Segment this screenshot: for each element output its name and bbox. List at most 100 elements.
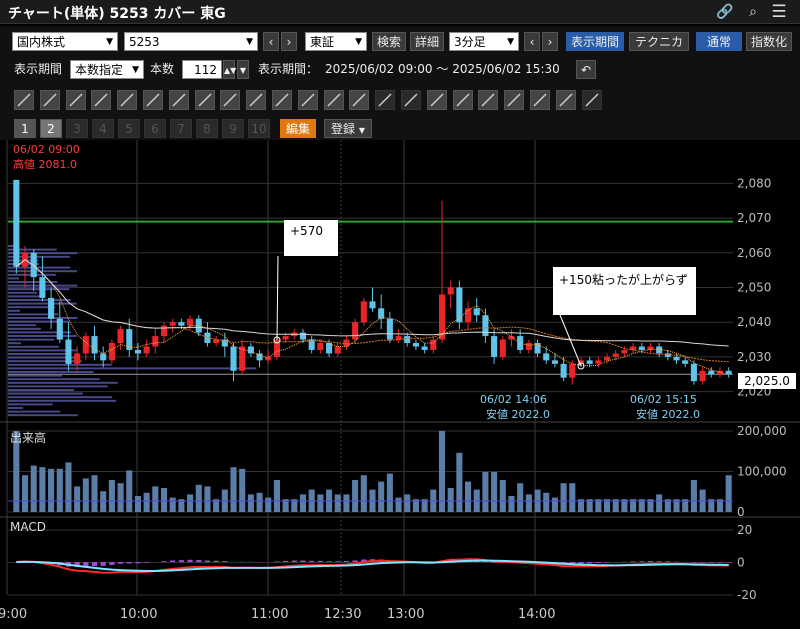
page-button-6[interactable]: 6 [144,119,166,138]
volume-bar [160,488,168,512]
low2-time: 06/02 15:15 [630,393,697,406]
link-icon[interactable]: 🔗 [716,3,734,21]
chart-svg[interactable]: 2,0802,0702,0602,0502,0402,0302,020200,0… [0,140,800,629]
x-tick-label: 14:00 [518,607,555,622]
candle-body [699,370,706,382]
macd-histogram-bar [326,561,332,562]
volume-bar [404,494,411,512]
interval-select[interactable]: 3分足 ▼ [449,32,519,51]
period-button[interactable]: 表示期間 [566,32,624,51]
pencil-icon[interactable] [375,90,396,110]
volume-bar [65,462,72,512]
page-button-1[interactable]: 1 [14,119,36,138]
count-menu-button[interactable]: ▼ [237,60,249,79]
volume-bar [74,486,81,512]
ray-icon[interactable] [39,90,60,110]
candle-body [430,339,437,350]
count-stepper[interactable]: ▲▼ [223,60,236,79]
annotation-150[interactable]: +150粘ったが上がらず [553,267,696,315]
settings-icon[interactable] [581,90,602,110]
circle-icon[interactable] [246,90,267,110]
edit-button[interactable]: 編集 [280,119,316,138]
period-type-select[interactable]: 本数指定 ▼ [70,60,144,79]
search-button[interactable]: 検索 [372,32,406,51]
exchange-select[interactable]: 東証 ▼ [305,32,367,51]
technical-button[interactable]: テクニカル [629,32,689,68]
candle-body [160,325,168,337]
macd-histogram-bar [274,561,280,562]
candle-body [74,353,81,364]
page-button-10[interactable]: 10 [248,119,270,138]
pentagon-icon[interactable] [220,90,241,110]
page-button-4[interactable]: 4 [92,119,114,138]
copy-icon[interactable] [426,90,447,110]
index-button[interactable]: 指数化 [746,32,792,51]
page-button-2[interactable]: 2 [40,119,62,138]
candle-body [334,346,341,354]
next-code-button[interactable]: › [281,32,297,51]
horizontal-lines-icon[interactable] [91,90,112,110]
x-tick-label: 10:00 [120,607,157,622]
volume-bar [438,431,446,512]
macd-histogram-bar [309,560,315,562]
vertical-lines-icon[interactable] [168,90,189,110]
current-price-badge: 2,025.0 [738,373,796,389]
chart-area[interactable]: 2,080 2,070 2,060 2,050 2,040 2,030 2,020 200,0… [0,140,800,629]
register-button[interactable]: 登録 ▼ [324,119,372,138]
speed-lines-icon[interactable] [194,90,215,110]
macd-histogram-bar [170,560,176,562]
rectangle-icon[interactable] [272,90,292,110]
volume-profile-bar [8,356,76,359]
reset-icon[interactable]: ↶ [576,60,596,79]
page-button-7[interactable]: 7 [170,119,192,138]
prev-code-button[interactable]: ‹ [263,32,279,51]
market-select[interactable]: 国内株式 ▼ [12,32,118,51]
code-input[interactable]: 5253 ▼ [124,32,258,51]
candle-body [447,287,454,295]
volume-profile-bar [8,399,117,402]
volume-bar [543,492,550,512]
candle-body [91,336,98,354]
candle-body [230,346,237,371]
fibonacci-fan-icon[interactable] [117,90,138,110]
search-icon[interactable]: ⌕ [744,3,762,21]
toolbar-main: 国内株式 ▼ 5253 ▼ ‹ › 東証 ▼ 検索 詳細 3分足 ▼ ‹ › 表示期間 … [0,26,800,68]
horizontal-line-icon[interactable] [297,90,318,110]
candle-body [39,277,46,298]
line-tool-icon[interactable] [478,90,499,110]
undo-icon[interactable] [530,90,550,110]
next-interval-button[interactable]: › [542,32,558,51]
candle-body [13,179,20,267]
page-button-8[interactable]: 8 [196,119,218,138]
market-select-value: 国内株式 [17,35,66,49]
trendline-icon[interactable] [14,90,34,110]
candle-body [256,353,263,361]
icon-icon[interactable] [349,90,370,110]
volume-bar [508,496,515,512]
macd-histogram-bar [204,560,211,562]
macd-histogram-bar [343,561,350,562]
candle-body [499,339,506,357]
gann-fan-icon[interactable] [143,90,163,110]
menu-icon[interactable]: ☰ [770,3,788,21]
lock-icon[interactable] [555,90,576,110]
eraser-icon[interactable] [452,90,473,110]
volume-bar [152,486,159,512]
text-icon[interactable] [323,90,344,110]
macd-histogram-bar [604,562,610,563]
magnet-icon[interactable] [504,90,525,110]
parallel-lines-icon[interactable] [65,90,86,110]
page-button-5[interactable]: 5 [118,119,140,138]
prev-interval-button[interactable]: ‹ [524,32,540,51]
page-button-9[interactable]: 9 [222,119,244,138]
page-button-3[interactable]: 3 [66,119,88,138]
volume-bar [204,486,211,512]
register-button-label: 登録 [331,122,356,136]
annotation-570[interactable]: +570 [284,220,338,256]
trash-icon[interactable] [401,90,421,110]
detail-button[interactable]: 詳細 [410,32,444,51]
candle-body [725,370,732,375]
count-input[interactable]: 112 [182,60,222,79]
candle-body [134,349,141,354]
normal-button[interactable]: 通常 [696,32,742,51]
